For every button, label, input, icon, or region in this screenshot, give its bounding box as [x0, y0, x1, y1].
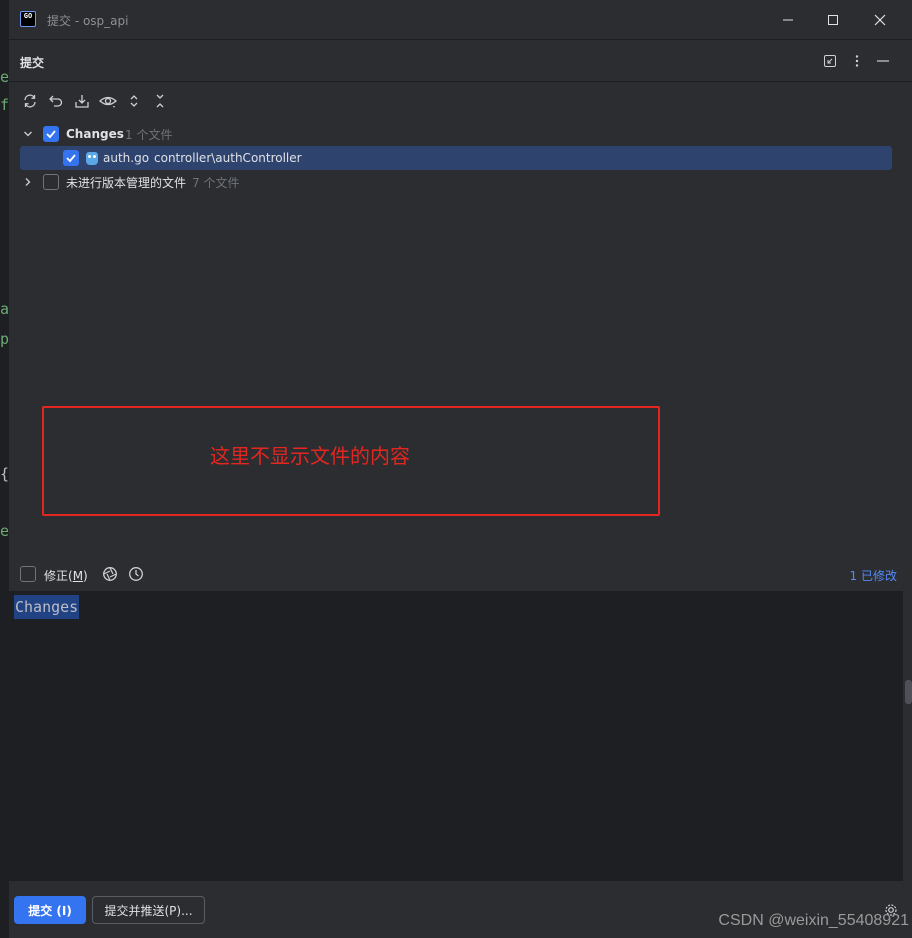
commit-dialog: GO 提交 - osp_api 提交 Changes 1 个文件 auth.go… [9, 0, 912, 938]
commit-message-editor[interactable]: Changes [9, 591, 903, 881]
changelist-row-unversioned[interactable]: 未进行版本管理的文件 7 个文件 [9, 170, 912, 194]
commit-options-button[interactable] [101, 565, 119, 583]
shelve-icon [75, 95, 89, 108]
editor-scroll-track [903, 591, 912, 881]
more-vertical-icon [855, 55, 859, 67]
changelist-row-changes[interactable]: Changes 1 个文件 [9, 122, 912, 146]
changelist-count: 1 个文件 [125, 127, 173, 142]
annotation-text: 这里不显示文件的内容 [210, 444, 410, 468]
collapse-all-icon [156, 94, 164, 108]
minimize-panel-icon [877, 60, 889, 62]
commit-options-bar: 修正(M) 1 已修改 [9, 562, 912, 590]
eye-icon [99, 96, 117, 108]
commit-button[interactable]: 提交 (I) [14, 896, 86, 924]
chevron-down-icon[interactable] [22, 128, 34, 140]
hide-panel-button[interactable] [875, 53, 891, 69]
commit-and-push-button[interactable]: 提交并推送(P)... [92, 896, 205, 924]
csdn-watermark: CSDN @weixin_55408921 [718, 912, 909, 929]
refresh-icon [24, 94, 36, 108]
unversioned-count: 7 个文件 [192, 175, 240, 190]
preview-diff-button[interactable] [97, 90, 119, 112]
background-editor-edge: e f a p { e [0, 40, 9, 938]
go-file-icon [86, 151, 98, 165]
file-name: auth.go [103, 151, 150, 165]
commit-history-button[interactable] [127, 565, 145, 583]
clock-icon [129, 567, 143, 581]
maximize-button[interactable] [810, 0, 856, 40]
check-icon [66, 154, 76, 163]
unversioned-label: 未进行版本管理的文件 [66, 175, 187, 190]
commit-panel-header: 提交 [9, 41, 912, 82]
editor-scrollbar[interactable] [905, 680, 912, 704]
changes-toolbar [19, 90, 171, 112]
file-row-auth-go[interactable]: auth.go controller\authController [20, 146, 892, 170]
minimize-button[interactable] [765, 0, 811, 40]
title-bar: GO 提交 - osp_api [9, 0, 912, 40]
rollback-icon [49, 95, 63, 107]
check-icon [46, 130, 56, 139]
close-button[interactable] [857, 0, 903, 40]
collapse-all-button[interactable] [149, 90, 171, 112]
window-title: 提交 - osp_api [47, 14, 129, 28]
close-icon [874, 14, 886, 26]
more-options-button[interactable] [849, 53, 865, 69]
aperture-settings-icon [103, 567, 117, 581]
unversioned-checkbox[interactable] [43, 174, 59, 190]
expand-all-button[interactable] [123, 90, 145, 112]
expand-all-icon [130, 95, 138, 107]
file-checkbox[interactable] [63, 150, 79, 166]
dock-button[interactable] [822, 53, 838, 69]
amend-checkbox[interactable] [20, 566, 36, 582]
rollback-button[interactable] [45, 90, 67, 112]
changes-tree: Changes 1 个文件 auth.go controller\authCon… [9, 122, 912, 194]
maximize-icon [828, 15, 838, 25]
chevron-right-icon[interactable] [22, 176, 34, 188]
minimize-icon [783, 19, 793, 21]
dock-icon [824, 55, 836, 67]
goland-app-icon: GO [20, 11, 36, 27]
panel-title: 提交 [20, 56, 45, 70]
modified-count-link[interactable]: 1 已修改 [850, 567, 897, 584]
changelist-label: Changes [66, 127, 124, 141]
shelve-button[interactable] [71, 90, 93, 112]
refresh-button[interactable] [19, 90, 41, 112]
amend-label[interactable]: 修正(M) [44, 567, 88, 584]
changes-checkbox[interactable] [43, 126, 59, 142]
commit-message-text[interactable]: Changes [14, 595, 80, 619]
file-path: controller\authController [154, 151, 302, 165]
